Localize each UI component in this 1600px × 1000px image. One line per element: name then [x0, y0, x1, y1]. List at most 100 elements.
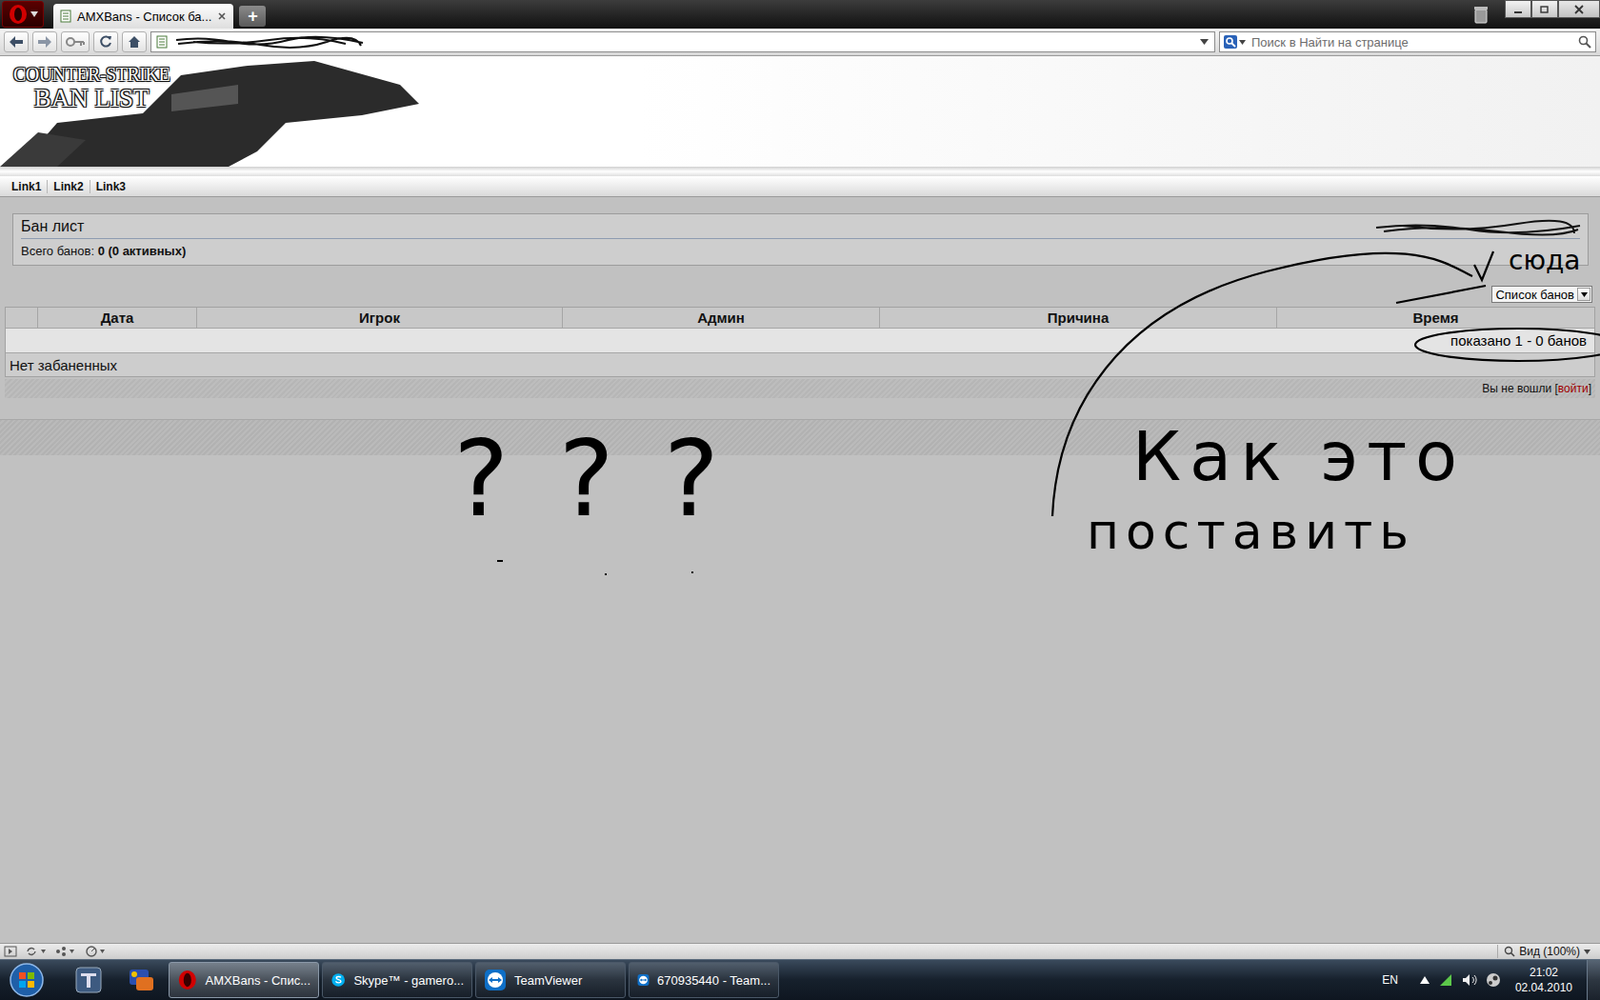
minimize-icon — [1513, 4, 1523, 15]
show-hidden-icons[interactable] — [1420, 976, 1430, 984]
taskbar-item-label: 670935440 - Team... — [657, 973, 771, 988]
zoom-label: Вид (100%) — [1519, 944, 1580, 959]
search-engine-button[interactable] — [1223, 35, 1246, 49]
close-icon[interactable] — [216, 10, 228, 22]
web-page: COUNTER-STRIKE BAN LIST Link1Link2Link3 … — [0, 56, 1600, 943]
back-button[interactable] — [3, 31, 29, 53]
site-logo[interactable]: COUNTER-STRIKE BAN LIST — [0, 56, 170, 114]
tab-label: AMXBans - Список ба... — [77, 9, 212, 24]
search-engine-icon — [1223, 35, 1238, 49]
key-icon — [65, 36, 85, 48]
panel-title: Бан лист — [20, 218, 1580, 240]
logo-line: BAN LIST — [34, 83, 150, 114]
status-icons — [3, 945, 109, 958]
nav-link[interactable]: Link2 — [46, 180, 89, 194]
trash-icon[interactable] — [1472, 4, 1490, 24]
taskbar: AMXBans - Спис... Skype™ - gamero... Tea… — [0, 959, 1600, 1000]
show-desktop-button[interactable] — [1586, 960, 1600, 1000]
opera-icon — [177, 968, 199, 992]
nav-link[interactable]: Link1 — [5, 180, 47, 194]
pager: показано 1 - 0 банов — [5, 327, 1595, 353]
select-value: Список банов — [1495, 287, 1575, 302]
forward-arrow-icon — [37, 35, 53, 49]
unite-icon[interactable] — [55, 945, 79, 958]
mirc-icon — [126, 965, 156, 995]
address-field[interactable] — [150, 31, 1216, 53]
column-header[interactable] — [5, 307, 39, 328]
pinned-app[interactable] — [116, 961, 166, 999]
column-header[interactable]: Админ — [562, 307, 880, 328]
annotation-target: сюда — [1508, 247, 1580, 275]
panel-toggle-icon[interactable] — [3, 945, 18, 958]
page-icon — [59, 9, 73, 23]
redaction-scribble — [174, 34, 365, 50]
annotation-strokes — [0, 0, 1600, 1000]
login-link[interactable]: войти — [1558, 381, 1589, 396]
taskbar-item[interactable]: AMXBans - Спис... — [168, 961, 320, 999]
restore-icon — [1540, 4, 1550, 15]
volume-icon[interactable] — [1461, 972, 1478, 988]
teamviewer-icon — [483, 968, 507, 992]
clock-date: 02.04.2010 — [1515, 980, 1573, 996]
sync-icon[interactable] — [24, 945, 48, 958]
column-header[interactable]: Время — [1277, 307, 1595, 328]
column-header[interactable]: Причина — [880, 307, 1278, 328]
login-bar: Вы не вошли [войти] — [4, 379, 1596, 399]
ban-table: ДатаИгрокАдминПричинаВремя показано 1 - … — [4, 306, 1596, 378]
zoom-control[interactable]: Вид (100%) — [1497, 944, 1597, 959]
start-button[interactable] — [5, 961, 48, 999]
annotation-question-marks: ??? — [453, 426, 769, 532]
dropdown-icon — [1239, 40, 1246, 45]
annotation-question: поставить — [1086, 506, 1416, 557]
maximize-button[interactable] — [1531, 0, 1559, 19]
column-header[interactable]: Игрок — [197, 307, 563, 328]
back-arrow-icon — [8, 35, 24, 49]
column-header[interactable]: Дата — [38, 307, 198, 328]
steam-icon[interactable] — [1485, 972, 1501, 988]
dropdown-icon — [1583, 949, 1591, 955]
nav-bar: Link1Link2Link3 — [0, 176, 1600, 198]
login-status: Вы не вошли [войти] — [1481, 381, 1592, 396]
opera-menu-button[interactable] — [1, 0, 44, 28]
taskbar-item-label: TeamViewer — [514, 973, 582, 988]
wand-button[interactable] — [60, 31, 90, 53]
home-icon — [127, 35, 141, 49]
dropdown-icon[interactable] — [1200, 39, 1209, 45]
minimize-button[interactable] — [1504, 0, 1532, 19]
table-header: ДатаИгрокАдминПричинаВремя — [5, 307, 1595, 328]
home-button[interactable] — [121, 31, 147, 53]
magnifier-icon — [1503, 945, 1516, 958]
status-bar: Вид (100%) — [0, 942, 1600, 960]
forward-button[interactable] — [32, 31, 58, 53]
window-controls — [1472, 0, 1600, 24]
redaction-scribble — [1374, 218, 1584, 240]
close-icon — [1574, 4, 1584, 15]
browser-tab[interactable]: AMXBans - Список ба... — [53, 3, 234, 29]
reload-button[interactable] — [93, 31, 119, 53]
turbo-icon[interactable] — [85, 945, 109, 958]
view-row: Список банов — [0, 285, 1600, 303]
pinned-app[interactable] — [63, 961, 114, 999]
close-button[interactable] — [1558, 0, 1600, 19]
new-tab-button[interactable]: + — [239, 5, 266, 27]
language-indicator[interactable]: EN — [1381, 973, 1399, 987]
empty-row: Нет забаненных — [5, 352, 1595, 377]
page-icon — [155, 35, 169, 49]
view-select[interactable]: Список банов — [1491, 285, 1593, 303]
ban-list-panel: Бан лист Всего банов: 0 (0 активных) — [12, 213, 1589, 266]
teamviewer-icon — [637, 968, 650, 992]
skype-icon — [330, 968, 346, 992]
dropdown-icon — [30, 11, 39, 18]
windows-logo-icon — [8, 961, 45, 999]
taskbar-item[interactable]: TeamViewer — [475, 961, 626, 999]
opera-icon — [7, 3, 29, 25]
footer-band — [0, 419, 1600, 456]
taskbar-item[interactable]: Skype™ - gamero... — [321, 961, 473, 999]
network-icon[interactable] — [1438, 972, 1454, 988]
clock[interactable]: 21:02 02.04.2010 — [1509, 964, 1579, 996]
taskbar-item[interactable]: 670935440 - Team... — [628, 961, 780, 999]
magnifier-icon[interactable] — [1578, 35, 1592, 49]
search-field[interactable]: Поиск в Найти на странице — [1219, 31, 1597, 53]
nav-link[interactable]: Link3 — [89, 180, 132, 194]
logo-line: COUNTER-STRIKE — [13, 63, 170, 86]
